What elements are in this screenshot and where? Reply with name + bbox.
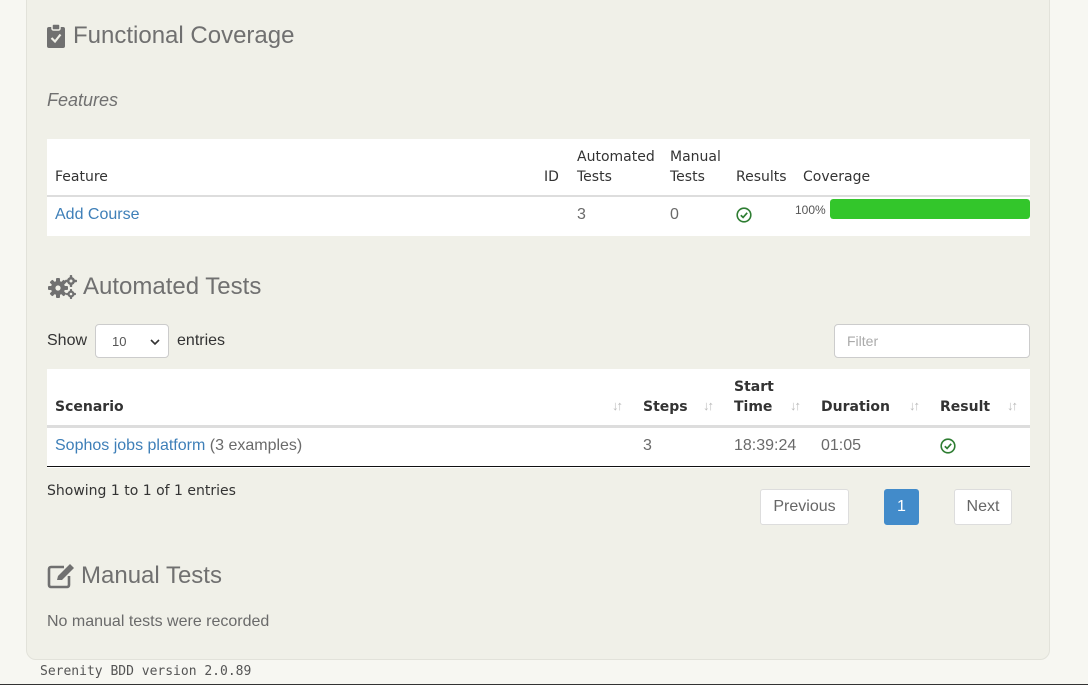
sort-icon[interactable]: ↓↑ xyxy=(909,398,920,413)
scenario-duration: 01:05 xyxy=(821,437,862,454)
footer-version: Serenity BDD version 2.0.89 xyxy=(40,664,252,679)
col-scenario[interactable]: Scenario xyxy=(55,397,124,417)
feature-manual-count: 0 xyxy=(670,206,679,223)
sort-icon[interactable]: ↓↑ xyxy=(612,398,623,413)
scenarios-table-bottom-border xyxy=(47,466,1030,467)
page-size-select[interactable]: 10 xyxy=(95,324,170,358)
sort-icon[interactable]: ↓↑ xyxy=(790,398,801,413)
features-table-header-divider xyxy=(47,195,1030,197)
sort-icon[interactable]: ↓↑ xyxy=(1007,398,1018,413)
functional-coverage-title: Functional Coverage xyxy=(73,22,295,49)
automated-tests-heading: Automated Tests xyxy=(47,273,261,301)
functional-coverage-heading: Functional Coverage xyxy=(47,22,294,50)
col-results[interactable]: Results xyxy=(736,167,787,187)
feature-automated-count: 3 xyxy=(577,206,586,223)
feature-link[interactable]: Add Course xyxy=(55,206,140,224)
check-circle-icon xyxy=(736,207,752,228)
col-automated-line1[interactable]: Automated xyxy=(577,147,655,167)
show-label: Show xyxy=(47,332,88,349)
clipboard-check-icon xyxy=(47,24,65,48)
col-start-time-line1[interactable]: Start xyxy=(734,377,774,397)
check-circle-icon xyxy=(940,438,956,459)
sort-icon[interactable]: ↓↑ xyxy=(703,398,714,413)
col-steps[interactable]: Steps xyxy=(643,397,688,417)
coverage-bar xyxy=(830,199,1030,219)
col-start-time-line2[interactable]: Time xyxy=(734,397,772,417)
filter-input[interactable] xyxy=(834,324,1030,358)
previous-page-button[interactable]: Previous xyxy=(760,489,849,525)
scenario-link[interactable]: Sophos jobs platform xyxy=(55,437,205,454)
coverage-bar-fill xyxy=(830,199,1030,219)
chevron-down-icon xyxy=(150,334,160,349)
col-feature[interactable]: Feature xyxy=(55,167,108,187)
manual-tests-heading: Manual Tests xyxy=(47,562,222,590)
edit-icon xyxy=(47,563,75,589)
features-table xyxy=(47,139,1030,236)
cogs-icon xyxy=(47,274,77,300)
scenario-steps: 3 xyxy=(643,437,652,454)
col-result[interactable]: Result xyxy=(940,397,990,417)
feature-name[interactable]: Add Course xyxy=(55,206,140,223)
col-manual-line1[interactable]: Manual xyxy=(670,147,721,167)
table-info: Showing 1 to 1 of 1 entries xyxy=(47,483,236,499)
col-coverage[interactable]: Coverage xyxy=(803,167,870,187)
scenario-examples: (3 examples) xyxy=(209,437,303,454)
col-manual-line2[interactable]: Tests xyxy=(670,167,705,187)
scenario-cell: Sophos jobs platform (3 examples) xyxy=(55,437,302,455)
next-page-button[interactable]: Next xyxy=(954,489,1012,525)
entries-label: entries xyxy=(177,332,226,349)
scenarios-table-header-divider xyxy=(47,425,1030,428)
scenario-start-time: 18:39:24 xyxy=(734,437,797,454)
col-duration[interactable]: Duration xyxy=(821,397,890,417)
coverage-percent-label: 100% xyxy=(795,203,826,217)
col-automated-line2[interactable]: Tests xyxy=(577,167,612,187)
automated-tests-title: Automated Tests xyxy=(83,273,262,300)
page-size-value: 10 xyxy=(112,333,127,349)
col-id[interactable]: ID xyxy=(544,167,559,187)
page-1-button[interactable]: 1 xyxy=(884,489,919,525)
manual-tests-empty-text: No manual tests were recorded xyxy=(47,613,270,630)
manual-tests-title: Manual Tests xyxy=(81,562,222,589)
page-size-control: Show 10 entries xyxy=(47,324,225,358)
features-subtitle: Features xyxy=(47,90,119,110)
